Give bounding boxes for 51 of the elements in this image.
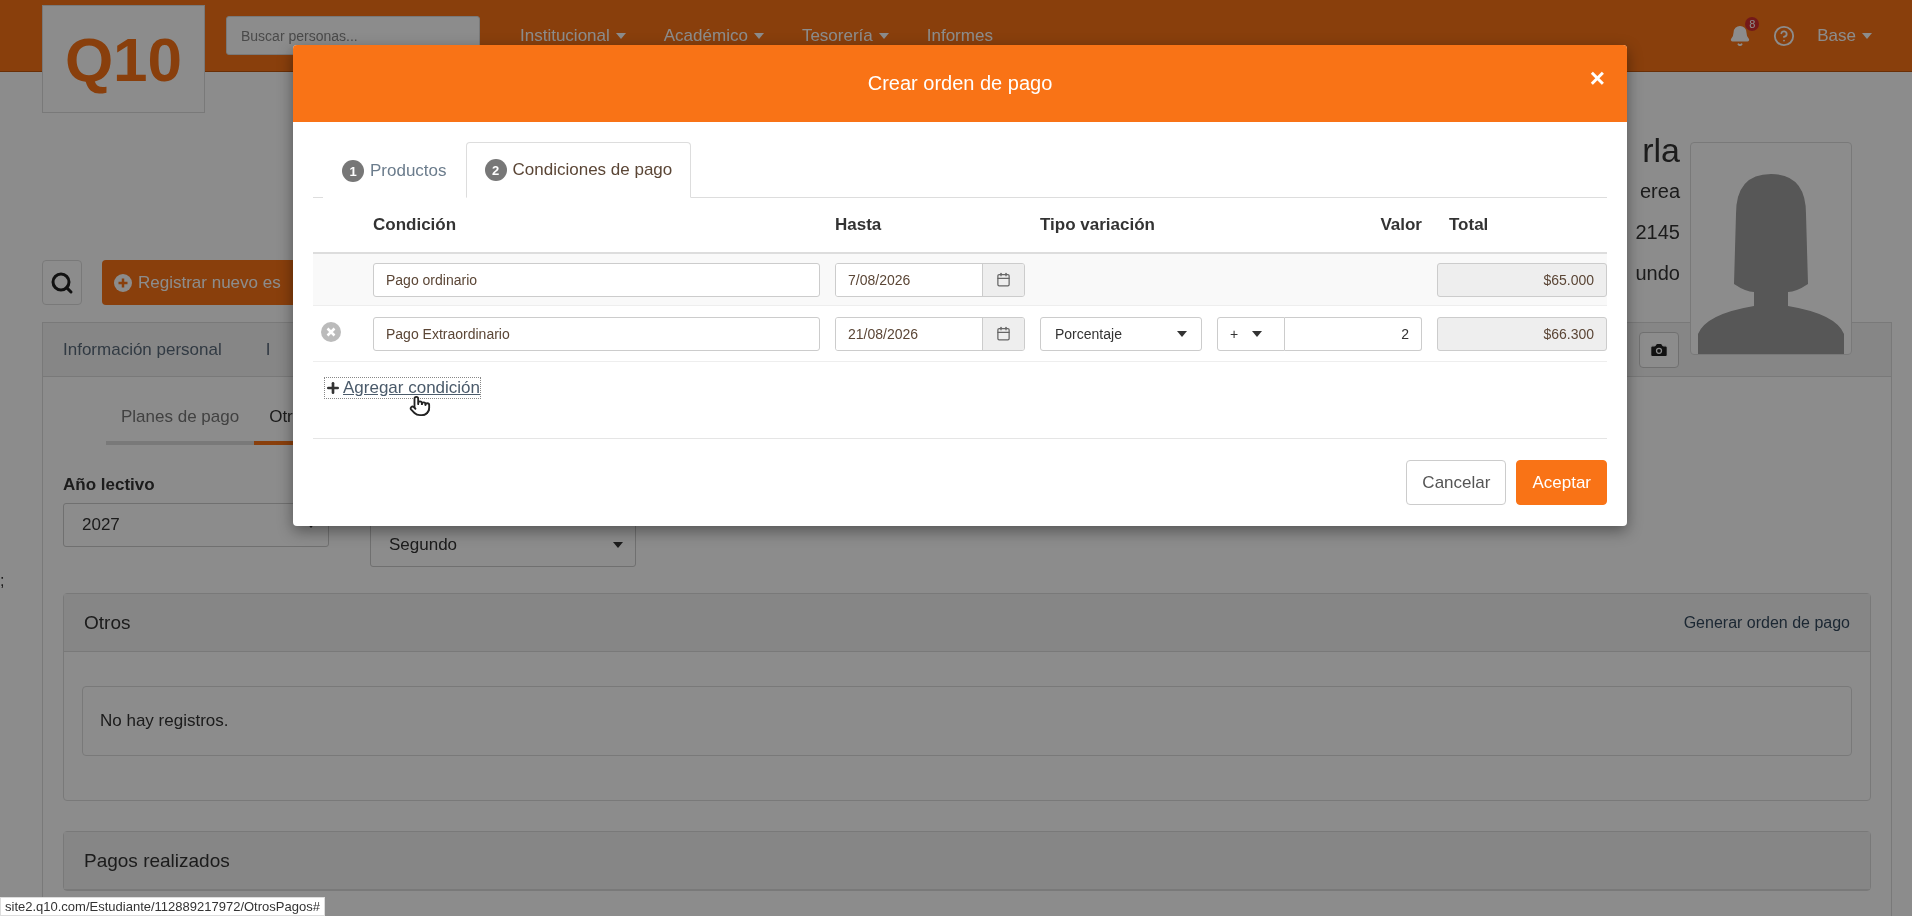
sign-select[interactable]: +	[1217, 316, 1285, 351]
subtab[interactable]: Planes de pago	[106, 407, 255, 445]
tab[interactable]: Información personal	[63, 339, 222, 360]
filter-select[interactable]: 2027	[63, 503, 329, 547]
value-field[interactable]: 2	[1285, 316, 1422, 351]
date-field[interactable]: 21/08/2026	[835, 316, 1025, 351]
condition-field[interactable]: Pago ordinario	[373, 262, 820, 297]
panel-title: Pagos realizados	[84, 849, 230, 872]
camera-button[interactable]	[1639, 331, 1679, 368]
generate-order-link[interactable]: Generar orden de pago	[1683, 613, 1850, 632]
notification-badge: 8	[1745, 16, 1760, 31]
modal-title: Crear orden de pago	[867, 72, 1053, 95]
profile-text: rla	[1642, 130, 1680, 171]
column-header: Valor	[1379, 215, 1422, 235]
step-number: 1	[342, 160, 364, 182]
modal-tab[interactable]: 2 Condiciones de pago	[465, 142, 692, 198]
variation-type-select[interactable]: Porcentaje	[1040, 316, 1202, 351]
plus-circle-icon	[114, 273, 132, 292]
calendar-icon[interactable]	[996, 272, 1011, 287]
profile-text: undo	[1635, 261, 1680, 286]
cancel-button[interactable]: Cancelar	[1406, 460, 1507, 505]
panel-title: Otros	[84, 611, 131, 634]
column-header: Hasta	[835, 215, 883, 235]
calendar-icon[interactable]	[996, 326, 1011, 341]
step-number: 2	[484, 159, 507, 181]
empty-message: No hay registros.	[82, 686, 1852, 756]
filter-select[interactable]: Segundo	[370, 523, 636, 567]
hand-cursor-icon	[409, 395, 431, 417]
status-bar: site2.q10.com/Estudiante/112889217972/OtrosPagos#	[0, 897, 325, 916]
date-field[interactable]: 7/08/2026	[835, 262, 1025, 297]
caret-icon	[613, 542, 623, 548]
edge-text: ;	[0, 572, 5, 589]
accept-button[interactable]: Aceptar	[1516, 460, 1607, 505]
condition-field[interactable]: Pago Extraordinario	[373, 316, 820, 351]
profile-text: erea	[1639, 179, 1680, 204]
column-header: Total	[1448, 215, 1490, 235]
caret-icon	[1177, 330, 1187, 337]
caret-icon	[1862, 32, 1872, 39]
search-icon	[50, 270, 74, 295]
plus-icon	[325, 380, 341, 396]
column-header: Condición	[373, 215, 458, 235]
close-button[interactable]: ×	[1585, 65, 1609, 91]
column-header: Tipo variación	[1040, 215, 1156, 235]
filter-label: Año lectivo	[63, 475, 156, 495]
add-condition-link[interactable]: Agregar condición	[325, 378, 481, 398]
tab[interactable]: I	[265, 339, 271, 360]
caret-icon	[1252, 330, 1263, 337]
search-button[interactable]	[42, 260, 82, 305]
profile-text: 2145	[1635, 220, 1680, 245]
total-field[interactable]: $65.000	[1437, 262, 1607, 297]
total-field[interactable]: $66.300	[1437, 316, 1607, 351]
